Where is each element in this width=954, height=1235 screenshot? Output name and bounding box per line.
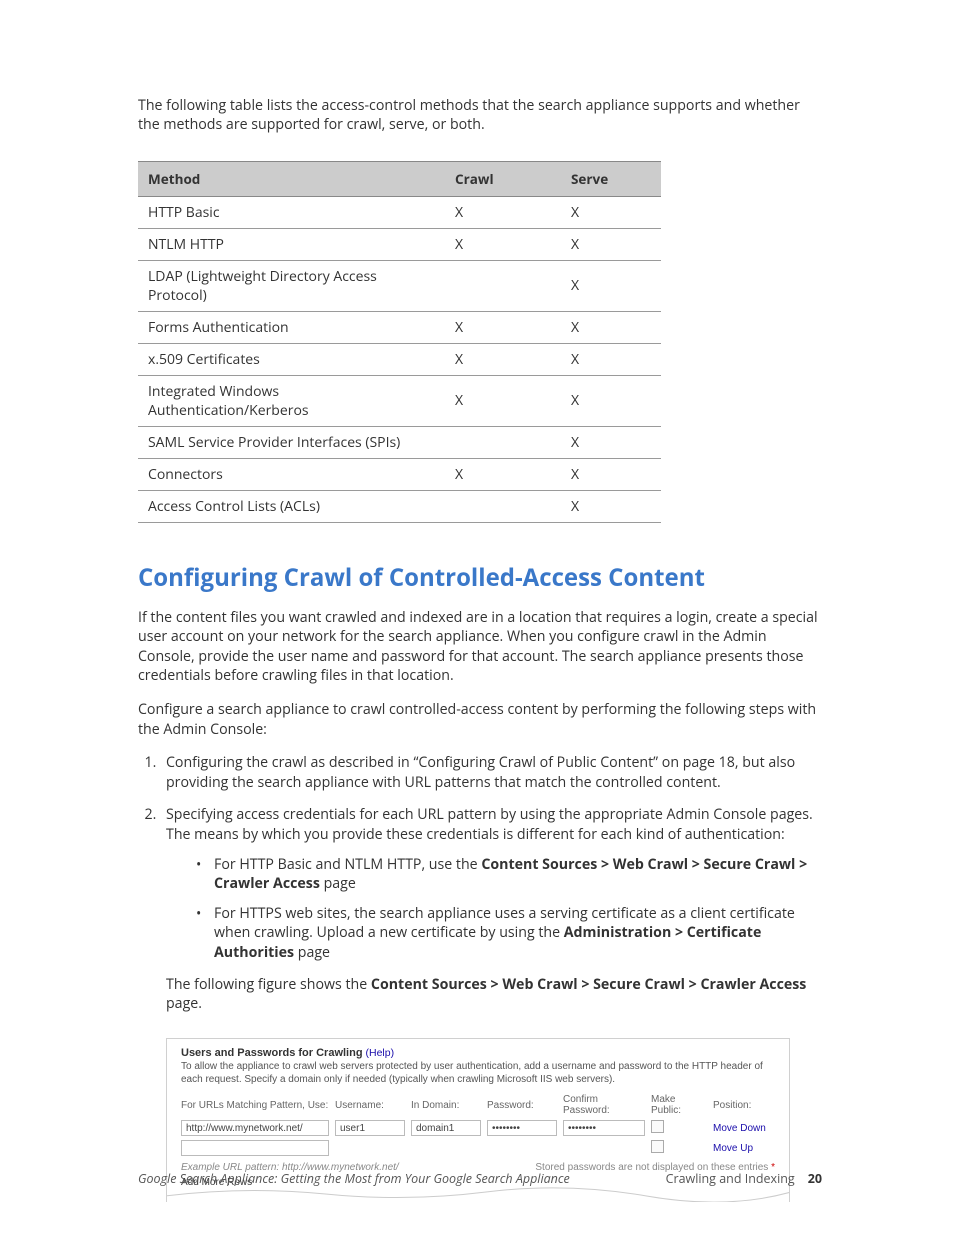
paragraph-1: If the content files you want crawled an… — [138, 608, 822, 686]
fig-title: Users and Passwords for Crawling — [181, 1047, 363, 1059]
table-row: Forms AuthenticationXX — [138, 311, 661, 343]
step-2-text: Specifying access credentials for each U… — [166, 805, 813, 844]
footer-section: Crawling and Indexing — [666, 1170, 795, 1187]
table-row: ConnectorsXX — [138, 458, 661, 490]
page-footer: Google Search Appliance: Getting the Mos… — [138, 1170, 822, 1187]
step-2: Specifying access credentials for each U… — [160, 805, 822, 963]
section-heading: Configuring Crawl of Controlled-Access C… — [138, 561, 822, 594]
th-method: Method — [138, 161, 445, 196]
fig-header-row: For URLs Matching Pattern, Use: Username… — [181, 1094, 775, 1116]
th-serve: Serve — [561, 161, 661, 196]
confirm-password-input[interactable] — [563, 1120, 645, 1136]
paragraph-2: Configure a search appliance to crawl co… — [138, 700, 822, 739]
table-row: Integrated Windows Authentication/Kerber… — [138, 375, 661, 426]
move-down-link[interactable]: Move Down — [713, 1123, 767, 1134]
bullet-http: For HTTP Basic and NTLM HTTP, use the Co… — [196, 855, 822, 894]
table-row: x.509 CertificatesXX — [138, 343, 661, 375]
fig-help-link[interactable]: (Help) — [365, 1047, 394, 1059]
torn-edge — [166, 1186, 790, 1202]
make-public-checkbox[interactable] — [651, 1120, 664, 1133]
footer-doc-title: Google Search Appliance: Getting the Mos… — [138, 1170, 570, 1187]
fig-description: To allow the appliance to crawl web serv… — [181, 1061, 775, 1086]
methods-table: Method Crawl Serve HTTP BasicXXNTLM HTTP… — [138, 161, 661, 523]
table-row: HTTP BasicXX — [138, 196, 661, 228]
url-pattern-input-2[interactable] — [181, 1140, 329, 1156]
table-row: LDAP (Lightweight Directory Access Proto… — [138, 260, 661, 311]
fig-data-row-1: Move Down — [181, 1120, 775, 1136]
username-input[interactable] — [335, 1120, 405, 1136]
password-input[interactable] — [487, 1120, 557, 1136]
url-pattern-input[interactable] — [181, 1120, 329, 1136]
move-up-link[interactable]: Move Up — [713, 1143, 767, 1154]
step-1: Configuring the crawl as described in “C… — [160, 753, 822, 793]
table-row: Access Control Lists (ACLs)X — [138, 490, 661, 522]
bullet-https: For HTTPS web sites, the search applianc… — [196, 904, 822, 963]
intro-paragraph: The following table lists the access-con… — [138, 96, 822, 134]
page-number: 20 — [808, 1170, 822, 1187]
domain-input[interactable] — [411, 1120, 481, 1136]
figure-intro: The following figure shows the Content S… — [166, 975, 822, 1015]
make-public-checkbox-2[interactable] — [651, 1140, 664, 1153]
fig-data-row-2: Move Up — [181, 1140, 775, 1156]
table-row: SAML Service Provider Interfaces (SPIs)X — [138, 426, 661, 458]
th-crawl: Crawl — [445, 161, 561, 196]
table-row: NTLM HTTPXX — [138, 228, 661, 260]
